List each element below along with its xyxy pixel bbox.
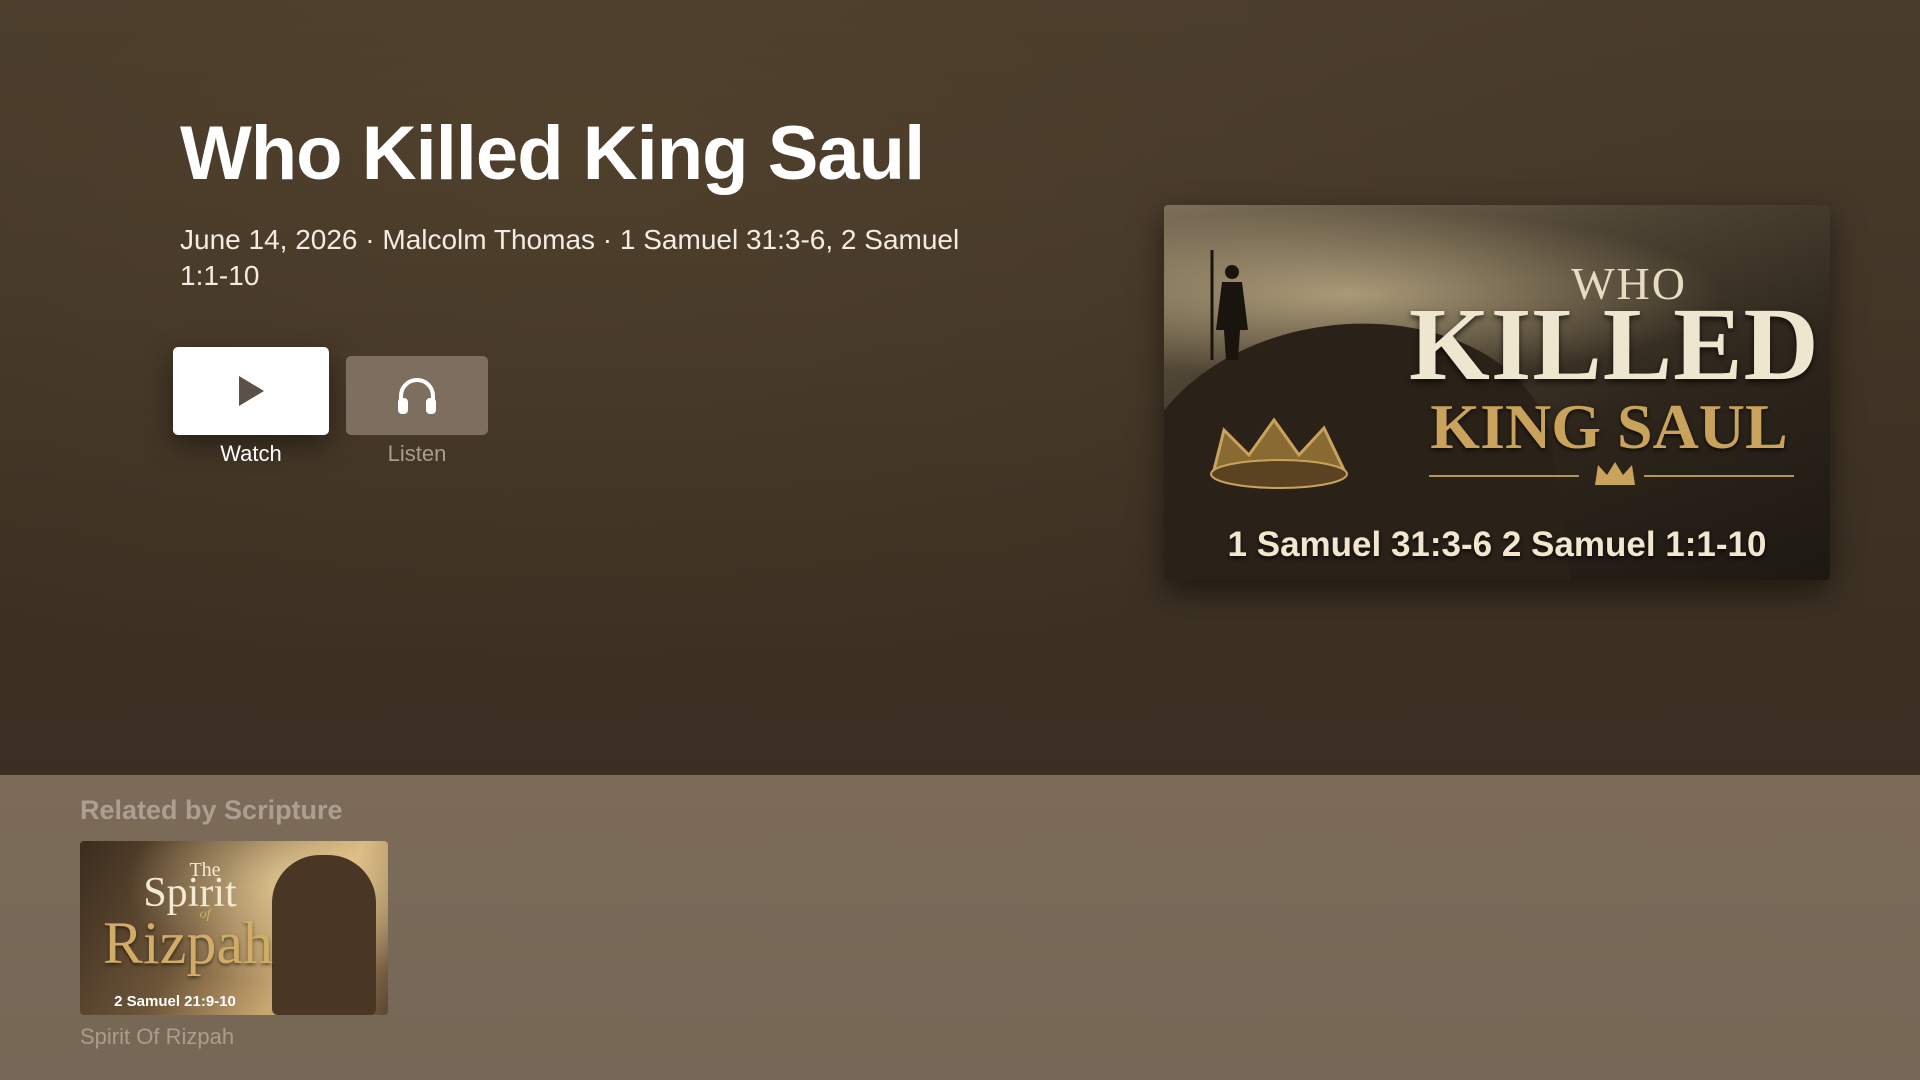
crown-icon [1595,462,1635,485]
related-item-caption[interactable]: Spirit Of Rizpah [80,1024,234,1050]
watch-button[interactable] [173,347,329,435]
artwork-killed: KILLED [1409,287,1820,402]
related-item-thumbnail[interactable]: The Spirit of Rizpah 2 Samuel 21:9-10 [80,841,388,1015]
play-icon [239,376,264,406]
sermon-title: Who Killed King Saul [180,111,925,196]
artwork-divider-right [1644,475,1794,477]
headphones-icon [398,377,436,414]
sermon-meta: June 14, 2026 · Malcolm Thomas · 1 Samue… [180,224,960,291]
fallen-crown-icon [1210,417,1348,489]
listen-button[interactable] [346,356,488,435]
listen-label: Listen [387,441,447,466]
related-heading: Related by Scripture [80,795,343,825]
soldier-silhouette-icon [1210,250,1248,360]
sermon-artwork: WHO KILLED KING SAUL 1 Samuel 31:3-6 2 S… [1164,205,1830,580]
artwork-king-saul: KING SAUL [1430,391,1788,462]
artwork-divider-left [1429,475,1579,477]
thumbnail-scripture: 2 Samuel 21:9-10 [114,993,236,1010]
thumbnail-rizpah: Rizpah [103,910,273,976]
artwork-scripture: 1 Samuel 31:3-6 2 Samuel 1:1-10 [1227,525,1767,564]
